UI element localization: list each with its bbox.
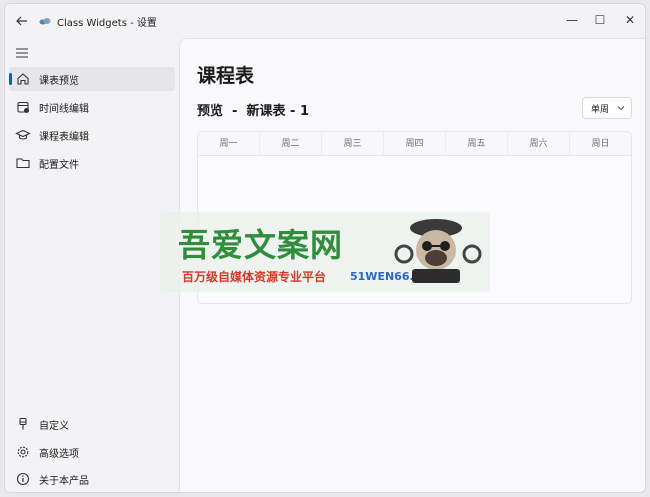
- sidebar-item-label: 时间线编辑: [39, 104, 89, 115]
- sidebar-item-label: 课程表编辑: [39, 132, 89, 143]
- graduation-cap-icon: [15, 129, 31, 140]
- sidebar-item-timetable-edit[interactable]: 课程表编辑: [9, 123, 175, 147]
- week-type-select[interactable]: 单周: [582, 97, 632, 119]
- hamburger-menu-icon: [16, 48, 28, 58]
- week-type-value: 单周: [591, 105, 610, 115]
- home-icon: [17, 73, 29, 85]
- back-button[interactable]: [13, 12, 31, 30]
- column-header: 周五: [446, 132, 508, 156]
- column-header: 周二: [260, 132, 322, 156]
- timetable-header: 周一 周二 周三 周四 周五 周六 周日: [198, 132, 631, 156]
- sidebar-item-label: 关于本产品: [39, 476, 89, 487]
- pug-mascot-logo: [394, 219, 482, 283]
- column-header: 周四: [384, 132, 446, 156]
- column-header: 周三: [322, 132, 384, 156]
- watermark-overlay: 吾爱文案网 百万级自媒体资源专业平台 51WEN66.COM: [160, 212, 490, 292]
- sidebar-item-label: 配置文件: [39, 160, 79, 171]
- sidebar: 课表预览 时间线编辑 课程表编辑 配置文件 自定义 高级选项 关于本产品: [5, 38, 179, 492]
- info-icon: [16, 472, 30, 486]
- watermark-subtitle: 百万级自媒体资源专业平台: [182, 270, 327, 284]
- watermark-title: 吾爱文案网: [178, 226, 344, 264]
- sidebar-item-timeline-edit[interactable]: 时间线编辑: [9, 95, 175, 119]
- menu-toggle-button[interactable]: [13, 44, 33, 60]
- chevron-down-icon: [617, 106, 625, 111]
- preview-title: 预览 - 新课表 - 1: [197, 104, 309, 119]
- minimize-button[interactable]: —: [557, 9, 587, 31]
- column-header: 周一: [198, 132, 260, 156]
- cloud-icon: [39, 18, 51, 25]
- sidebar-item-label: 课表预览: [39, 76, 79, 87]
- page-title: 课程表: [197, 65, 255, 87]
- folder-icon: [16, 158, 30, 169]
- sidebar-item-customize[interactable]: 自定义: [9, 412, 175, 436]
- maximize-button[interactable]: ☐: [585, 9, 615, 31]
- sidebar-item-config-files[interactable]: 配置文件: [9, 151, 175, 175]
- sidebar-item-label: 自定义: [39, 421, 69, 432]
- arrow-left-icon: [16, 16, 27, 26]
- column-header: 周六: [508, 132, 570, 156]
- column-header: 周日: [591, 139, 610, 149]
- close-button[interactable]: ✕: [615, 9, 645, 31]
- title-bar: Class Widgets - 设置 — ☐ ✕: [5, 4, 645, 38]
- window-title: Class Widgets - 设置: [57, 18, 157, 29]
- brush-icon: [19, 417, 27, 430]
- calendar-edit-icon: [17, 101, 29, 113]
- sidebar-item-label: 高级选项: [39, 449, 79, 460]
- sidebar-item-about[interactable]: 关于本产品: [9, 467, 175, 491]
- gear-icon: [17, 446, 29, 458]
- sidebar-item-advanced[interactable]: 高级选项: [9, 440, 175, 464]
- active-indicator: [9, 73, 12, 85]
- sidebar-item-timetable-preview[interactable]: 课表预览: [9, 67, 175, 91]
